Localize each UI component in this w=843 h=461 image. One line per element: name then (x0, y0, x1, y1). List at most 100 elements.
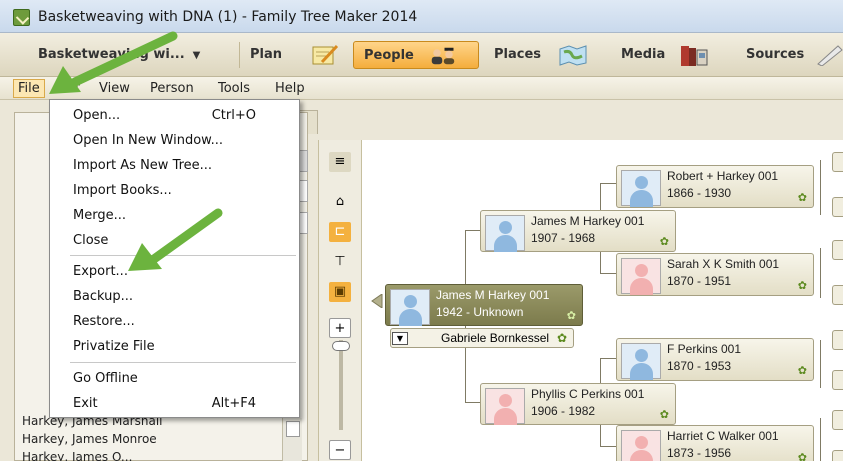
person-name: Robert + Harkey 001 (667, 169, 779, 183)
zoom-out-icon[interactable]: − (329, 440, 351, 460)
leaf-hint-icon: ✿ (659, 409, 669, 421)
spouse-selector[interactable]: Gabriele Bornkessel ✿ (390, 328, 575, 348)
menu-item-label: Import Books... (73, 183, 172, 198)
quill-icon (817, 45, 843, 66)
layout-menu-icon[interactable]: ≡ (329, 152, 351, 172)
pedigree-view-icon[interactable]: ⊏ (329, 222, 351, 242)
spouse-name: Gabriele Bornkessel (441, 331, 550, 345)
app-logo-icon (13, 9, 30, 26)
menu-item-label: Exit (73, 396, 98, 411)
menu-item-import-books[interactable]: Import Books... (51, 178, 298, 203)
workspace-tab-label: Sources (746, 47, 805, 62)
connector-line (820, 418, 821, 461)
person-years: 1870 - 1951 (667, 274, 732, 288)
menu-item-label: Restore... (73, 314, 135, 329)
people-icon (431, 47, 455, 65)
workspace-tab-places[interactable]: Places (484, 41, 606, 69)
index-scrollbar[interactable] (282, 418, 302, 461)
person-name: Phyllis C Perkins 001 (531, 387, 645, 401)
list-item[interactable]: Harkey, James O... (22, 448, 282, 461)
paternal-grandmother-card[interactable]: Sarah X K Smith 001 1870 - 1951 ✿ (616, 253, 814, 296)
menu-item-label: Close (73, 233, 109, 248)
focus-person-card[interactable]: James M Harkey 001 1942 - Unknown ✿ (385, 284, 583, 326)
person-years: 1873 - 1956 (667, 446, 732, 460)
workspace-tab-sources[interactable]: Sources (736, 41, 843, 69)
person-photo-placeholder (621, 258, 661, 295)
great-grandparent-card-stub[interactable] (832, 370, 843, 390)
great-grandparent-card-stub[interactable] (832, 410, 843, 430)
menu-item-open[interactable]: Open... Ctrl+O (51, 103, 298, 128)
green-arrow-icon (49, 31, 178, 94)
person-name: F Perkins 001 (667, 342, 742, 356)
paternal-grandfather-card[interactable]: Robert + Harkey 001 1866 - 1930 ✿ (616, 165, 814, 208)
maternal-grandfather-card[interactable]: F Perkins 001 1870 - 1953 ✿ (616, 338, 814, 381)
great-grandparent-card-stub[interactable] (832, 240, 843, 260)
menu-item-open-new-window[interactable]: Open In New Window... (51, 128, 298, 153)
menu-item-label: Merge... (73, 208, 126, 223)
menu-item-import-new-tree[interactable]: Import As New Tree... (51, 153, 298, 178)
workspace-tab-media[interactable]: Media (611, 41, 731, 69)
person-name: James M Harkey 001 (436, 288, 550, 302)
person-years: 1906 - 1982 (531, 404, 596, 418)
person-name: Harriet C Walker 001 (667, 429, 779, 443)
zoom-in-icon[interactable]: + (329, 318, 351, 338)
person-photo-placeholder (485, 215, 525, 252)
menu-item-label: Import As New Tree... (73, 158, 213, 173)
leaf-hint-icon: ✿ (557, 331, 568, 345)
great-grandparent-card-stub[interactable] (832, 285, 843, 305)
list-item[interactable]: Harkey, James Monroe (22, 430, 282, 448)
menu-item-shortcut: Ctrl+O (211, 108, 256, 123)
menu-item-label: Go Offline (73, 371, 138, 386)
person-photo-placeholder (621, 430, 661, 461)
home-icon[interactable]: ⌂ (329, 192, 351, 212)
tree-toolstrip: ≡ ⌂ ⊏ ⊤ ▣ + − (318, 140, 362, 461)
maternal-grandmother-card[interactable]: Harriet C Walker 001 1873 - 1956 ✿ (616, 425, 814, 461)
spouse-dropdown-icon[interactable]: ▼ (392, 332, 408, 345)
zoom-slider-track[interactable] (339, 340, 343, 430)
menu-file[interactable]: File (13, 79, 45, 98)
person-years: 1907 - 1968 (531, 231, 596, 245)
person-name: James M Harkey 001 (531, 214, 645, 228)
great-grandparent-card-stub[interactable] (832, 450, 843, 461)
menu-item-label: Open... (73, 108, 121, 123)
person-photo-placeholder (390, 289, 430, 326)
map-icon (559, 45, 587, 66)
workspace-tab-label: Plan (250, 47, 283, 62)
great-grandparent-card-stub[interactable] (832, 330, 843, 350)
great-grandparent-card-stub[interactable] (832, 197, 843, 217)
workspace-tab-label: Places (494, 47, 542, 62)
mother-card[interactable]: Phyllis C Perkins 001 1906 - 1982 ✿ (480, 383, 676, 425)
menu-item-go-offline[interactable]: Go Offline (51, 366, 298, 391)
menu-help[interactable]: Help (271, 79, 309, 98)
person-photo-placeholder (621, 343, 661, 380)
father-card[interactable]: James M Harkey 001 1907 - 1968 ✿ (480, 210, 676, 252)
person-years: 1870 - 1953 (667, 359, 732, 373)
title-bar: Basketweaving with DNA (1) - Family Tree… (0, 0, 843, 33)
person-view-icon[interactable]: ▣ (329, 282, 351, 302)
leaf-hint-icon: ✿ (797, 365, 807, 377)
person-photo-placeholder (621, 170, 661, 207)
menu-item-label: Privatize File (73, 339, 155, 354)
notepad-pencil-icon (312, 44, 339, 65)
workspace-tab-plan[interactable]: Plan (240, 41, 348, 69)
family-view-icon[interactable]: ⊤ (329, 252, 351, 272)
media-books-icon (681, 46, 708, 66)
menu-item-backup[interactable]: Backup... (51, 284, 298, 309)
triangle-left-icon[interactable] (371, 294, 383, 308)
menu-item-privatize-file[interactable]: Privatize File (51, 334, 298, 359)
leaf-hint-icon: ✿ (659, 236, 669, 248)
menu-tools[interactable]: Tools (214, 79, 254, 98)
menu-item-restore[interactable]: Restore... (51, 309, 298, 334)
zoom-slider-thumb[interactable] (332, 341, 350, 351)
green-arrow-icon (128, 208, 223, 271)
connector-line (820, 160, 821, 215)
menu-item-exit[interactable]: Exit Alt+F4 (51, 391, 298, 416)
menu-item-label: Export... (73, 264, 128, 279)
great-grandparent-card-stub[interactable] (832, 152, 843, 172)
person-name: Sarah X K Smith 001 (667, 257, 780, 271)
leaf-hint-icon: ✿ (797, 280, 807, 292)
workspace-tab-label: Media (621, 47, 666, 62)
workspace-tab-people[interactable]: People (353, 41, 479, 69)
scrollbar-thumb[interactable] (286, 421, 300, 437)
menu-separator (70, 362, 296, 363)
